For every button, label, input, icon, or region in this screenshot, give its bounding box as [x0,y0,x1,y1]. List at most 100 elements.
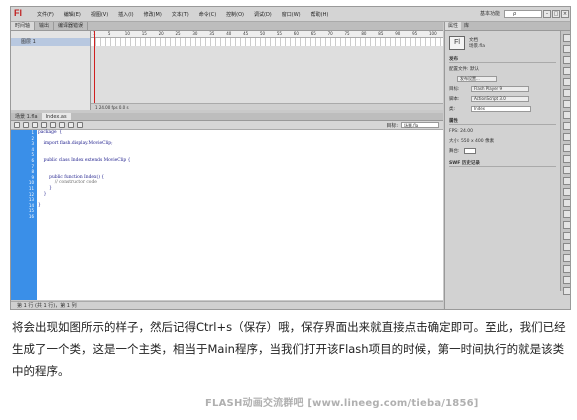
frame-tick: 75 [344,31,350,36]
frame-ruler: 1510152025303540455055606570758085909510… [91,31,443,38]
fps-field[interactable]: FPS: 24.00 [449,127,556,135]
tool-icon[interactable] [562,100,570,108]
menu-item[interactable]: 命令(C) [194,11,221,18]
frame-tick: 20 [158,31,164,36]
tool-icon[interactable] [562,221,570,229]
properties-panel: 属性库 Fl 文档 场景.fla 发布 配置文件: 默认 发布设置... 目标:… [444,22,570,309]
caption-text: 将会出现如图所示的样子，然后记得Ctrl+s（保存）哦，保存界面出来就直接点击确… [12,320,566,378]
properties-content: Fl 文档 场景.fla 发布 配置文件: 默认 发布设置... 目标: Flas… [445,31,560,309]
frame-tick: 90 [395,31,401,36]
frame-tick: 100 [429,31,437,36]
close-icon[interactable]: × [561,10,569,18]
status-bar: 第 1 行 (共 1 行)，第 1 列 [11,301,443,309]
menu-item[interactable]: 调试(D) [249,11,277,18]
frame-tick: 25 [175,31,181,36]
check-syntax-icon[interactable] [32,122,38,128]
stage-label: 舞台: [449,149,460,154]
line-number-gutter: 1 2 3 4 5 6 7 8 9 10 11 12 13 14 15 16 [11,130,37,300]
stage-color-swatch[interactable] [463,148,476,154]
tool-icon[interactable] [562,78,570,86]
main-menu: 文件(F) 编辑(E) 视图(V) 插入(I) 修改(M) 文本(T) 命令(C) 控制(O)… [32,11,333,18]
publish-settings-button[interactable]: 发布设置... [457,76,497,82]
menu-item[interactable]: 视图(V) [86,11,113,18]
tab-2[interactable]: 编译器错误 [54,22,89,30]
tool-icon[interactable] [562,188,570,196]
tool-icon[interactable] [562,265,570,273]
menu-item[interactable]: 插入(I) [113,11,138,18]
size-field[interactable]: 大小: 550 x 400 像素 [449,137,556,145]
frame-tick: 60 [293,31,299,36]
player-select[interactable]: Flash Player 9 [471,86,529,92]
tool-icon[interactable] [562,166,570,174]
timeline-footer: 1 24.00 fps 0.0 s [91,103,443,110]
search-input[interactable]: ρ [504,10,542,18]
stage-area: 时间轴输出编译器错误 图层 1 151015202530354045505560… [11,22,443,309]
script-label: 脚本: [449,97,460,102]
script-select[interactable]: ActionScript 3.0 [471,96,529,102]
tool-icon[interactable] [562,199,570,207]
collapse-icon[interactable] [68,122,74,128]
tab-1[interactable]: 输出 [35,22,55,30]
code-editor[interactable]: 1 2 3 4 5 6 7 8 9 10 11 12 13 14 15 16 package { import… [11,130,443,300]
tool-icon[interactable] [562,122,570,130]
tool-icon[interactable] [562,34,570,42]
maximize-icon[interactable]: □ [552,10,560,18]
frame-tick: 5 [107,31,111,36]
minimize-icon[interactable]: – [543,10,551,18]
flash-screenshot: Fl 文件(F) 编辑(E) 视图(V) 插入(I) 修改(M) 文本(T) 命令(C) 控制… [10,6,571,310]
tool-icon[interactable] [562,144,570,152]
menu-item[interactable]: 编辑(E) [59,11,86,18]
tool-icon[interactable] [562,45,570,53]
layer-item[interactable]: 图层 1 [11,38,90,46]
frame-tick: 85 [378,31,384,36]
frame-tick: 30 [192,31,198,36]
config-row: 配置文件: 默认 [449,67,479,72]
tool-icon[interactable] [562,254,570,262]
code-hint-icon[interactable] [50,122,56,128]
tab-0[interactable]: 时间轴 [11,22,36,30]
doc-tab-1[interactable]: Index.as [41,113,71,120]
playhead[interactable] [94,31,95,110]
class-input[interactable]: Index [471,106,531,112]
properties-section[interactable]: 属性 [449,118,556,125]
menu-item[interactable]: 窗口(W) [277,11,306,18]
frame-tick: 50 [260,31,266,36]
doc-tab-0[interactable]: 场景 1.fla [11,113,42,120]
tool-icon[interactable] [562,177,570,185]
tool-icon[interactable] [562,111,570,119]
menu-item[interactable]: 帮助(H) [306,11,334,18]
menu-item[interactable]: 文件(F) [32,11,59,18]
workspace-selector[interactable]: 基本功能 [480,10,500,17]
swf-history-section[interactable]: SWF 历史记录 [449,160,556,167]
find-icon[interactable] [23,122,29,128]
debug-icon[interactable] [59,122,65,128]
target-select[interactable]: 场景.fla [401,122,439,128]
tool-icon[interactable] [562,276,570,284]
menu-item[interactable]: 修改(M) [139,11,167,18]
tool-icon[interactable] [562,232,570,240]
panel-tab-0[interactable]: 属性 [445,22,462,30]
tool-icon[interactable] [562,89,570,97]
code-line[interactable] [38,214,130,220]
code-lines[interactable]: package { import flash.display.MovieClip… [38,130,130,220]
code-line[interactable]: public class Index extends MovieClip { [38,158,131,164]
frame-tick: 45 [243,31,249,36]
tool-icon[interactable] [562,133,570,141]
menu-item[interactable]: 控制(O) [221,11,249,18]
timeline-tabs: 时间轴 输出 编译器错误 [11,22,443,31]
menu-item[interactable]: 文本(T) [167,11,194,18]
comment-icon[interactable] [77,122,83,128]
panel-tab-1[interactable]: 库 [461,22,472,30]
frame-row[interactable] [91,38,443,46]
tool-icon[interactable] [562,287,570,295]
tool-icon[interactable] [562,56,570,64]
tool-icon[interactable] [562,155,570,163]
tool-icon[interactable] [562,243,570,251]
publish-section[interactable]: 发布 [449,56,556,63]
insert-target-icon[interactable] [14,122,20,128]
tool-icon[interactable] [562,210,570,218]
tools-bar [560,31,570,295]
format-icon[interactable] [41,122,47,128]
fla-document-icon: Fl [449,36,465,50]
tool-icon[interactable] [562,67,570,75]
